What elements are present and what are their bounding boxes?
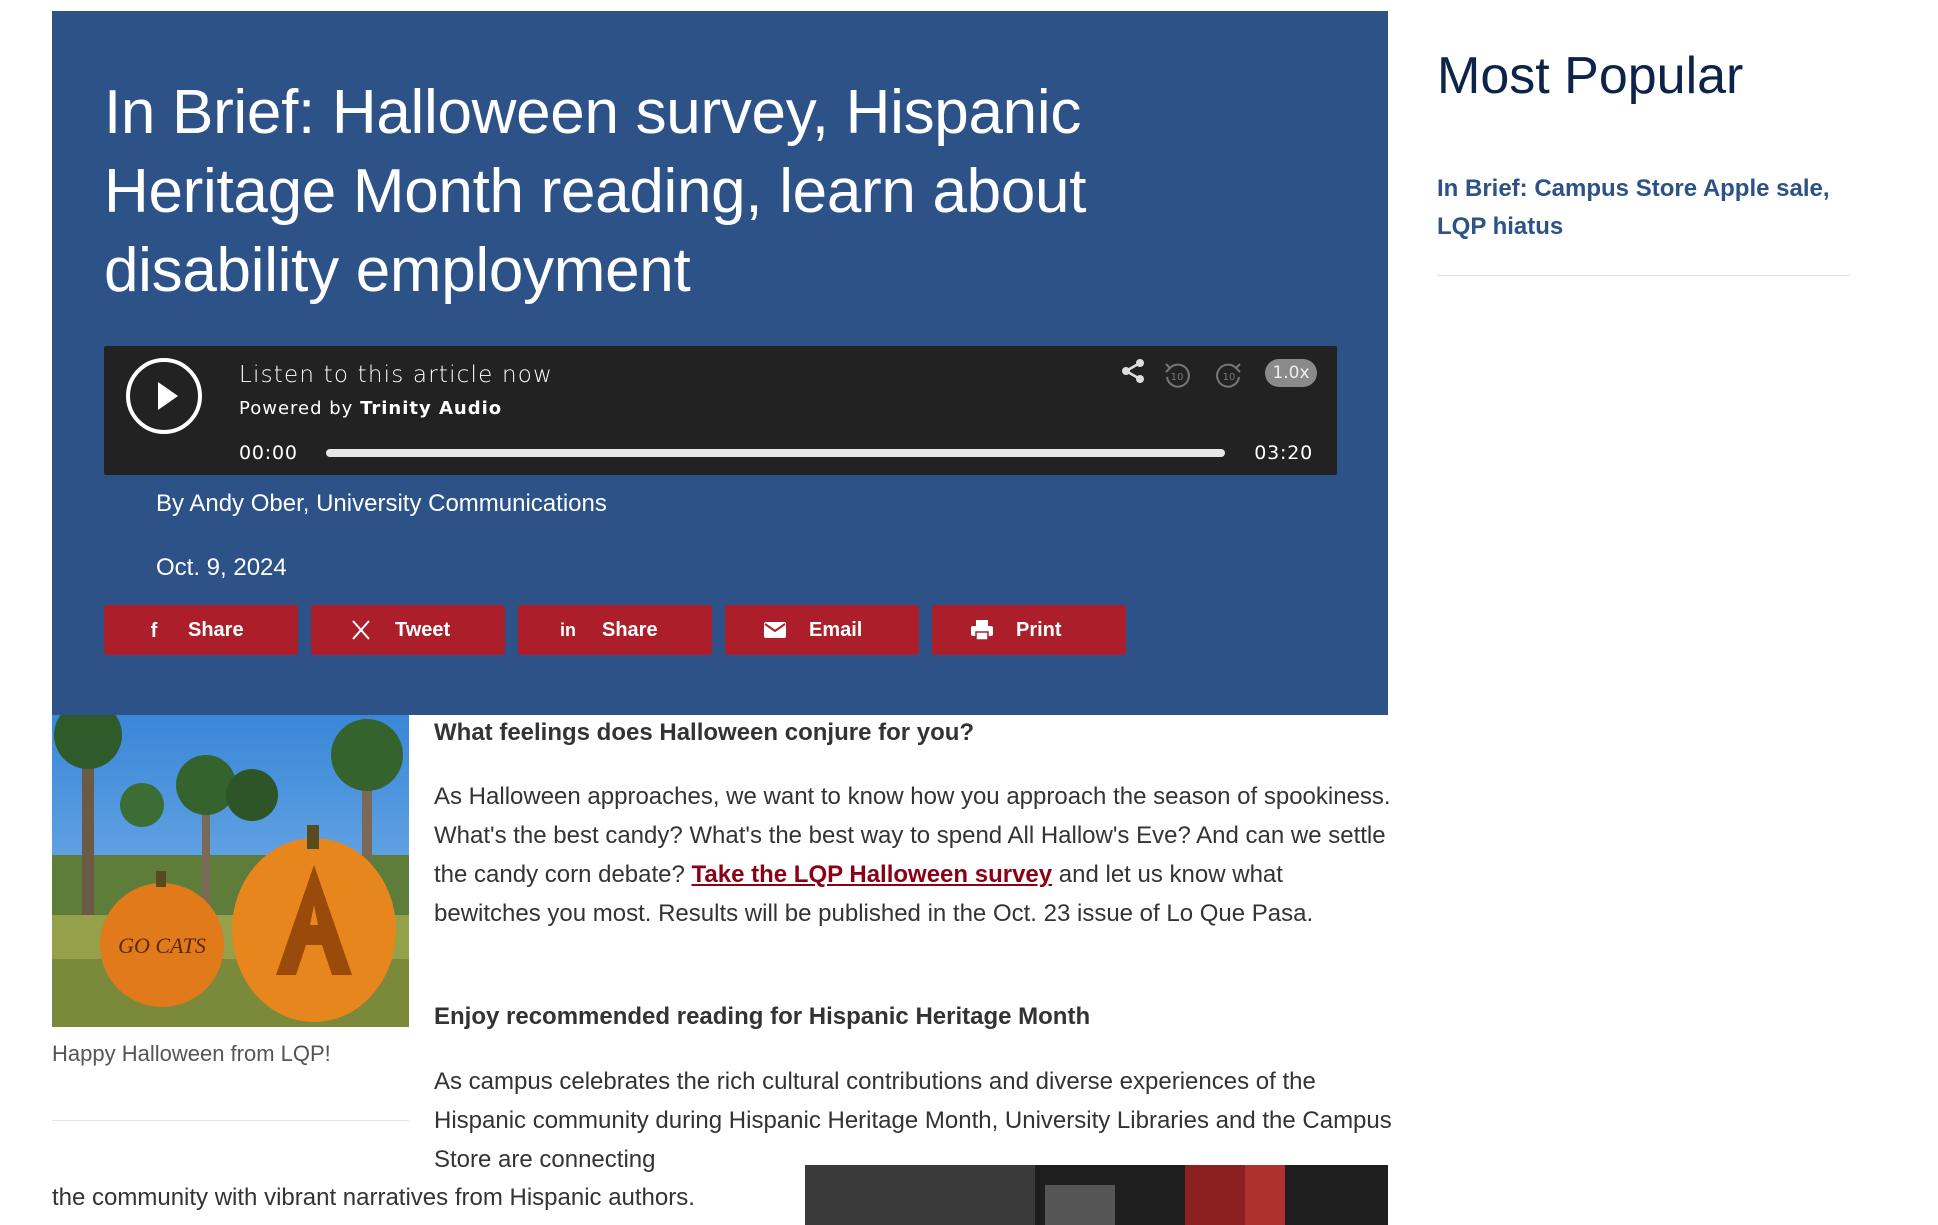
article-title: In Brief: Halloween survey, Hispanic Her… [104, 78, 1087, 305]
svg-text:10: 10 [1223, 372, 1236, 383]
share-button-label: Share [188, 619, 244, 641]
powered-brand: Trinity Audio [360, 398, 503, 419]
svg-text:in: in [560, 620, 576, 640]
paragraph-reading: As campus celebrates the rich cultural c… [434, 1068, 1392, 1173]
most-popular-item[interactable]: In Brief: Campus Store Apple sale, LQP h… [1437, 170, 1857, 246]
print-button[interactable]: Print [932, 605, 1126, 655]
paragraph-halloween: As Halloween approaches, we want to know… [434, 777, 1394, 933]
share-button-label: Tweet [395, 619, 451, 641]
linkedin-share-button[interactable]: in Share [518, 605, 712, 655]
rewind-10-icon[interactable]: 10 [1162, 360, 1192, 395]
total-time: 03:20 [1254, 442, 1313, 464]
svg-text:10: 10 [1171, 372, 1184, 383]
share-button-label: Email [809, 619, 863, 641]
print-icon [970, 618, 994, 642]
halloween-survey-link[interactable]: Take the LQP Halloween survey [692, 861, 1053, 888]
facebook-share-button[interactable]: f Share [104, 605, 298, 655]
section-heading-halloween: What feelings does Halloween conjure for… [434, 719, 975, 746]
powered-prefix: Powered by [239, 398, 354, 419]
player-heading: Listen to this article now [239, 362, 554, 388]
svg-text:GO CATS: GO CATS [118, 933, 206, 958]
audio-player: Listen to this article now Powered by Tr… [104, 346, 1337, 475]
byline: By Andy Ober, University Communications [156, 490, 607, 517]
most-popular-heading: Most Popular [1437, 47, 1744, 105]
share-button-label: Print [1016, 619, 1062, 641]
caption-divider [52, 1120, 409, 1121]
books-image [805, 1165, 1388, 1225]
facebook-icon: f [142, 618, 166, 642]
player-powered-by: Powered by Trinity Audio [239, 398, 502, 419]
email-share-button[interactable]: Email [725, 605, 919, 655]
svg-text:f: f [151, 620, 158, 642]
linkedin-icon: in [556, 618, 580, 642]
x-icon [349, 618, 373, 642]
image-caption: Happy Halloween from LQP! [52, 1041, 331, 1066]
most-popular-divider [1437, 275, 1850, 276]
progress-bar[interactable] [326, 449, 1225, 457]
current-time: 00:00 [239, 442, 298, 464]
forward-10-icon[interactable]: 10 [1214, 360, 1244, 395]
email-icon [763, 618, 787, 642]
playback-speed-button[interactable]: 1.0x [1265, 359, 1317, 387]
paragraph-reading-continued: the community with vibrant narratives fr… [52, 1184, 695, 1211]
play-icon[interactable] [126, 358, 202, 434]
share-icon[interactable] [1120, 358, 1146, 389]
publish-date: Oct. 9, 2024 [156, 554, 287, 581]
share-button-label: Share [602, 619, 658, 641]
section-heading-reading: Enjoy recommended reading for Hispanic H… [434, 1003, 1091, 1030]
x-tweet-button[interactable]: Tweet [311, 605, 505, 655]
halloween-pumpkins-image: GO CATS [52, 715, 409, 1027]
